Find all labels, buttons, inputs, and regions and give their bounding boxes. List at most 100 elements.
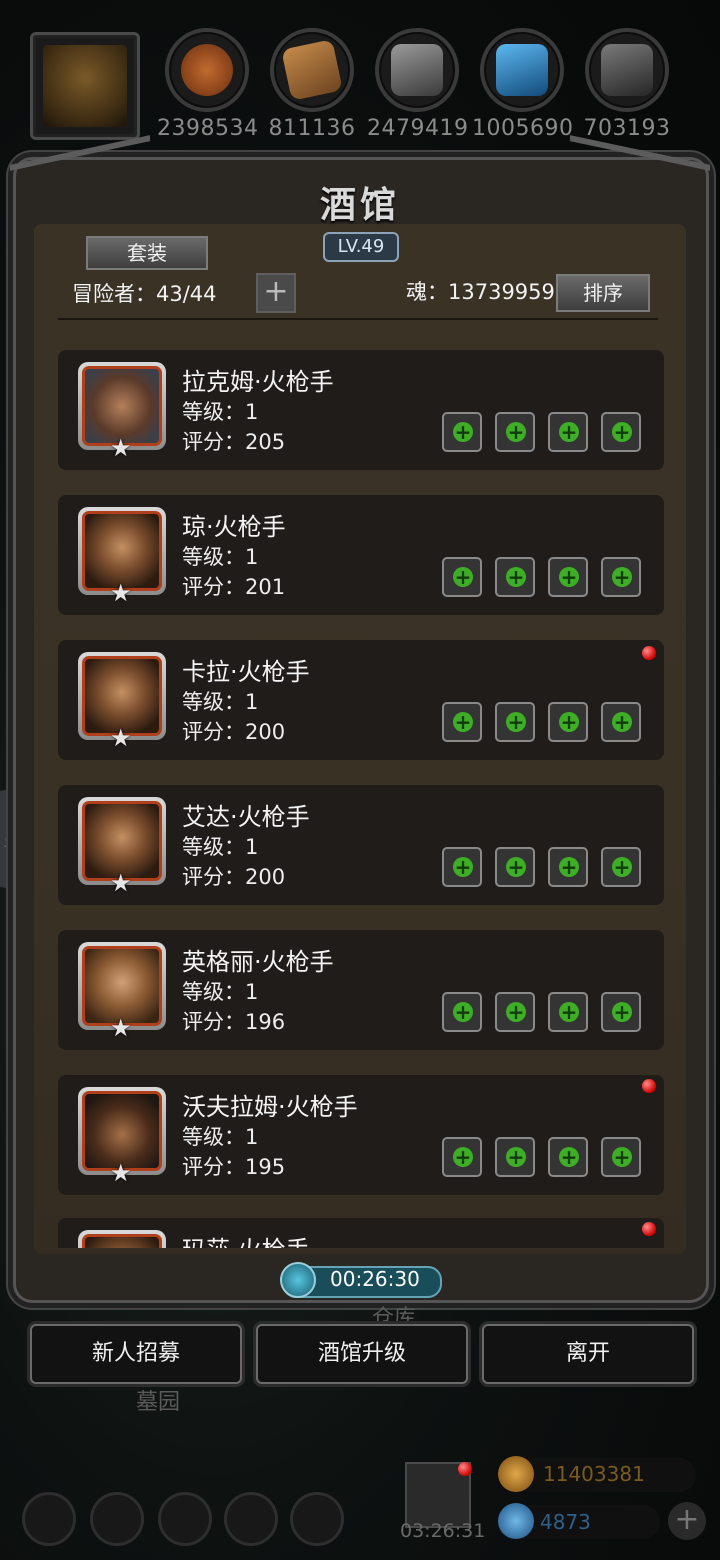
hero-portrait <box>78 1230 166 1248</box>
equip-accessory-slot[interactable]: + <box>548 992 588 1032</box>
sort-button[interactable]: 排序 <box>556 274 650 312</box>
plus-icon: + <box>506 420 526 444</box>
hero-card[interactable]: ★ 艾达·火枪手 等级：1 评分：200 + + + + <box>58 785 664 905</box>
hero-card[interactable]: ★ 琼·火枪手 等级：1 评分：201 + + + + <box>58 495 664 615</box>
plus-icon: + <box>612 710 632 734</box>
hero-name: 玛莎·火枪手 <box>182 1230 310 1248</box>
hero-score: 评分：195 <box>182 1155 286 1179</box>
equip-weapon-slot[interactable]: + <box>442 702 482 742</box>
upgrade-tavern-button[interactable]: 酒馆升级 <box>256 1324 468 1384</box>
equip-accessory-slot[interactable]: + <box>548 412 588 452</box>
resource-ore[interactable]: 703193 <box>577 28 677 141</box>
hero-list[interactable]: ★ 拉克姆·火枪手 等级：1 评分：205 + + + + ★ 琼·火枪手 等级… <box>58 330 668 1248</box>
battle-icon[interactable] <box>290 1492 344 1546</box>
equip-armor-slot[interactable]: + <box>495 557 535 597</box>
gold-value: 11403381 <box>543 1462 645 1486</box>
plus-icon: + <box>612 1000 632 1024</box>
equip-weapon-slot[interactable]: + <box>442 992 482 1032</box>
hero-level: 等级：1 <box>182 690 259 714</box>
mail-icon[interactable] <box>224 1492 278 1546</box>
wood-icon <box>270 28 354 112</box>
plus-icon: + <box>453 710 473 734</box>
hero-score: 评分：200 <box>182 865 286 889</box>
ore-icon <box>585 28 669 112</box>
hero-name: 沃夫拉姆·火枪手 <box>182 1093 358 1121</box>
hero-name: 琼·火枪手 <box>182 513 286 541</box>
plus-icon: + <box>506 710 526 734</box>
plus-icon: + <box>612 420 632 444</box>
equip-weapon-slot[interactable]: + <box>442 1137 482 1177</box>
hero-card[interactable]: 玛莎·火枪手 <box>58 1218 664 1248</box>
achievement-icon[interactable] <box>90 1492 144 1546</box>
leave-button[interactable]: 离开 <box>482 1324 694 1384</box>
new-alert-dot <box>642 1079 656 1093</box>
equip-weapon-slot[interactable]: + <box>442 412 482 452</box>
equip-accessory-slot[interactable]: + <box>548 1137 588 1177</box>
hero-card[interactable]: ★ 拉克姆·火枪手 等级：1 评分：205 + + + + <box>58 350 664 470</box>
hero-roster-icon[interactable] <box>158 1492 212 1546</box>
recruit-button[interactable]: 新人招募 <box>30 1324 242 1384</box>
plus-icon: + <box>453 1145 473 1169</box>
plus-icon: + <box>559 855 579 879</box>
star-icon: ★ <box>110 579 132 607</box>
plus-icon: + <box>559 1145 579 1169</box>
hero-level: 等级：1 <box>182 1125 259 1149</box>
plus-icon: + <box>506 1000 526 1024</box>
star-icon: ★ <box>110 434 132 462</box>
plus-icon: + <box>559 710 579 734</box>
player-avatar[interactable] <box>30 32 140 140</box>
settings-gear-icon[interactable] <box>22 1492 76 1546</box>
equip-accessory-slot-2[interactable]: + <box>601 557 641 597</box>
hero-level: 等级：1 <box>182 400 259 424</box>
plus-icon: + <box>612 1145 632 1169</box>
plus-icon: + <box>559 420 579 444</box>
plus-icon: + <box>612 565 632 589</box>
equip-accessory-slot-2[interactable]: + <box>601 847 641 887</box>
plus-icon: + <box>453 565 473 589</box>
equip-armor-slot[interactable]: + <box>495 1137 535 1177</box>
equip-weapon-slot[interactable]: + <box>442 557 482 597</box>
equip-accessory-slot[interactable]: + <box>548 702 588 742</box>
equip-accessory-slot[interactable]: + <box>548 557 588 597</box>
soul-count: 魂：13739959 <box>406 280 555 304</box>
equip-accessory-slot-2[interactable]: + <box>601 412 641 452</box>
meat-icon <box>165 28 249 112</box>
avatar-image <box>43 45 127 127</box>
hero-score: 评分：200 <box>182 720 286 744</box>
iron-icon <box>375 28 459 112</box>
hero-score: 评分：201 <box>182 575 286 599</box>
outfit-button[interactable]: 套装 <box>86 236 208 270</box>
resource-meat[interactable]: 2398534 <box>157 28 258 141</box>
gem-value: 4873 <box>540 1510 591 1534</box>
equip-weapon-slot[interactable]: + <box>442 847 482 887</box>
star-icon: ★ <box>110 1014 132 1042</box>
plus-icon: + <box>612 855 632 879</box>
hero-card[interactable]: ★ 英格丽·火枪手 等级：1 评分：196 + + + + <box>58 930 664 1050</box>
cemetery-label[interactable]: 墓园 <box>136 1384 180 1416</box>
equip-accessory-slot[interactable]: + <box>548 847 588 887</box>
resource-iron[interactable]: 2479419 <box>367 28 468 141</box>
hero-card[interactable]: ★ 卡拉·火枪手 等级：1 评分：200 + + + + <box>58 640 664 760</box>
equip-armor-slot[interactable]: + <box>495 702 535 742</box>
resource-value: 703193 <box>583 116 671 141</box>
add-currency-button[interactable]: + <box>668 1502 706 1540</box>
gift-timer: 03:26:31 <box>400 1520 486 1542</box>
resource-wood[interactable]: 811136 <box>262 28 362 141</box>
resource-crystal[interactable]: 1005690 <box>472 28 573 141</box>
plus-icon: + <box>559 565 579 589</box>
equip-accessory-slot-2[interactable]: + <box>601 702 641 742</box>
star-icon: ★ <box>110 1159 132 1187</box>
plus-icon: + <box>453 420 473 444</box>
equip-armor-slot[interactable]: + <box>495 847 535 887</box>
gold-coin-icon <box>498 1456 534 1492</box>
hero-card[interactable]: ★ 沃夫拉姆·火枪手 等级：1 评分：195 + + + + <box>58 1075 664 1195</box>
add-adventurer-slot-button[interactable]: + <box>256 273 296 313</box>
equip-armor-slot[interactable]: + <box>495 992 535 1032</box>
equip-accessory-slot-2[interactable]: + <box>601 992 641 1032</box>
resource-value: 811136 <box>268 116 356 141</box>
new-alert-dot <box>642 646 656 660</box>
tavern-refresh-timer: 00:26:30 <box>330 1267 420 1291</box>
equip-armor-slot[interactable]: + <box>495 412 535 452</box>
equip-accessory-slot-2[interactable]: + <box>601 1137 641 1177</box>
hero-level: 等级：1 <box>182 545 259 569</box>
